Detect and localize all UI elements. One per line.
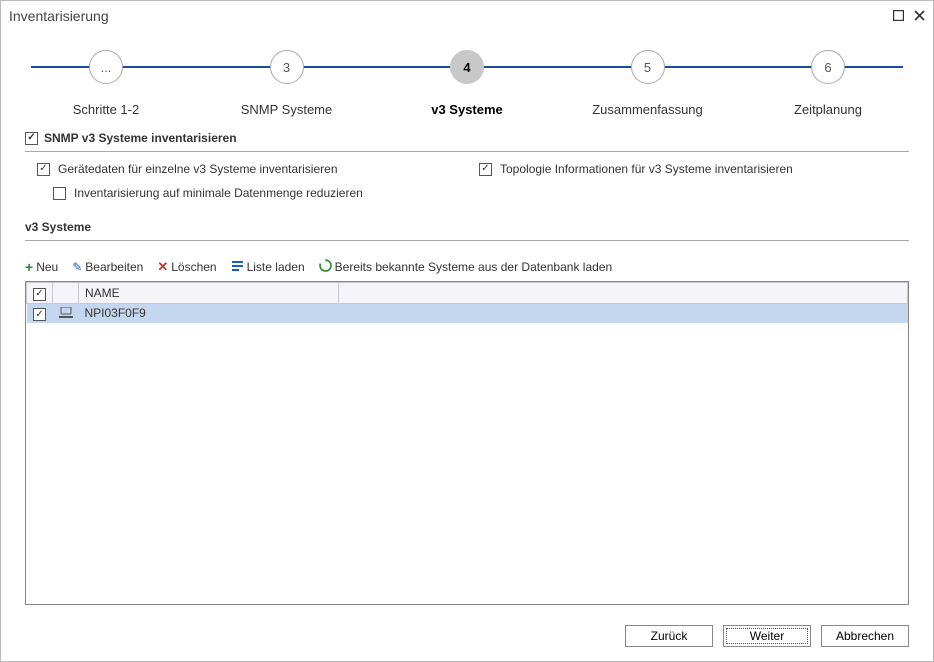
systems-grid[interactable]: ✓ NAME ✓ NPI03F0F9: [25, 281, 909, 605]
minimal-data-label: Inventarisierung auf minimale Datenmenge…: [74, 186, 363, 200]
inventory-v3-checkbox[interactable]: ✓: [25, 132, 38, 145]
device-icon: [59, 307, 73, 319]
v3-systems-header: v3 Systeme: [25, 220, 909, 241]
edit-button[interactable]: ✎ Bearbeiten: [72, 260, 143, 274]
close-button[interactable]: [914, 10, 925, 23]
grid-col-name[interactable]: NAME: [79, 283, 339, 304]
add-button[interactable]: + Neu: [25, 259, 58, 275]
delete-button[interactable]: ✕ Löschen: [157, 259, 216, 275]
load-known-button[interactable]: Bereits bekannte Systeme aus der Datenba…: [319, 259, 613, 275]
grid-col-rest[interactable]: [339, 283, 908, 304]
step-snmp[interactable]: 3 SNMP Systeme: [212, 35, 362, 117]
grid-col-icon[interactable]: [53, 283, 79, 304]
minimal-data-checkbox[interactable]: ✓: [53, 187, 66, 200]
back-button[interactable]: Zurück: [625, 625, 713, 647]
topology-checkbox[interactable]: ✓: [479, 163, 492, 176]
load-list-button[interactable]: Liste laden: [231, 259, 305, 275]
device-data-checkbox[interactable]: ✓: [37, 163, 50, 176]
plus-icon: +: [25, 259, 33, 275]
step-1-2[interactable]: ... Schritte 1-2: [31, 35, 181, 117]
step-schedule[interactable]: 6 Zeitplanung: [753, 35, 903, 117]
row-checkbox[interactable]: ✓: [33, 308, 46, 321]
step-v3[interactable]: 4 v3 Systeme: [392, 35, 542, 117]
pencil-icon: ✎: [72, 260, 82, 274]
inventory-v3-label: SNMP v3 Systeme inventarisieren: [44, 131, 237, 145]
next-button[interactable]: Weiter: [723, 625, 811, 647]
step-summary[interactable]: 5 Zusammenfassung: [573, 35, 723, 117]
topology-label: Topologie Informationen für v3 Systeme i…: [500, 162, 793, 176]
refresh-icon: [319, 259, 332, 275]
row-name: NPI03F0F9: [79, 303, 339, 323]
load-list-icon: [231, 259, 244, 275]
delete-icon: ✕: [157, 259, 168, 275]
step-indicator: ... Schritte 1-2 3 SNMP Systeme 4 v3 Sys…: [31, 35, 903, 125]
maximize-button[interactable]: [893, 10, 904, 23]
device-data-label: Gerätedaten für einzelne v3 Systeme inve…: [58, 162, 338, 176]
grid-checkall[interactable]: ✓: [33, 288, 46, 301]
window-title: Inventarisierung: [9, 8, 109, 24]
table-row[interactable]: ✓ NPI03F0F9: [27, 303, 908, 323]
cancel-button[interactable]: Abbrechen: [821, 625, 909, 647]
